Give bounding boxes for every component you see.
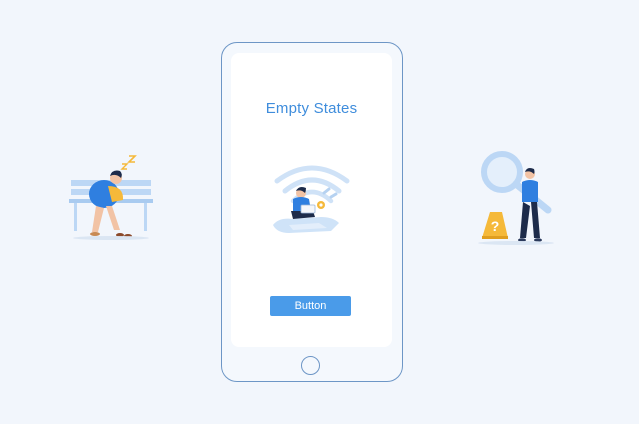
person-with-weak-wifi-icon xyxy=(273,165,350,233)
question-mark-icon: ? xyxy=(491,218,500,234)
empty-states-canvas: Empty States Button ? xyxy=(0,0,639,424)
page-title: Empty States xyxy=(265,100,358,117)
primary-button[interactable]: Button xyxy=(270,296,351,316)
home-button[interactable] xyxy=(301,356,320,375)
phone-frame: Empty States Button xyxy=(221,42,403,382)
phone-screen: Empty States Button xyxy=(231,53,392,347)
sleeping-person-on-bench-icon xyxy=(69,155,153,240)
person-with-magnifier-icon: ? xyxy=(478,151,554,245)
